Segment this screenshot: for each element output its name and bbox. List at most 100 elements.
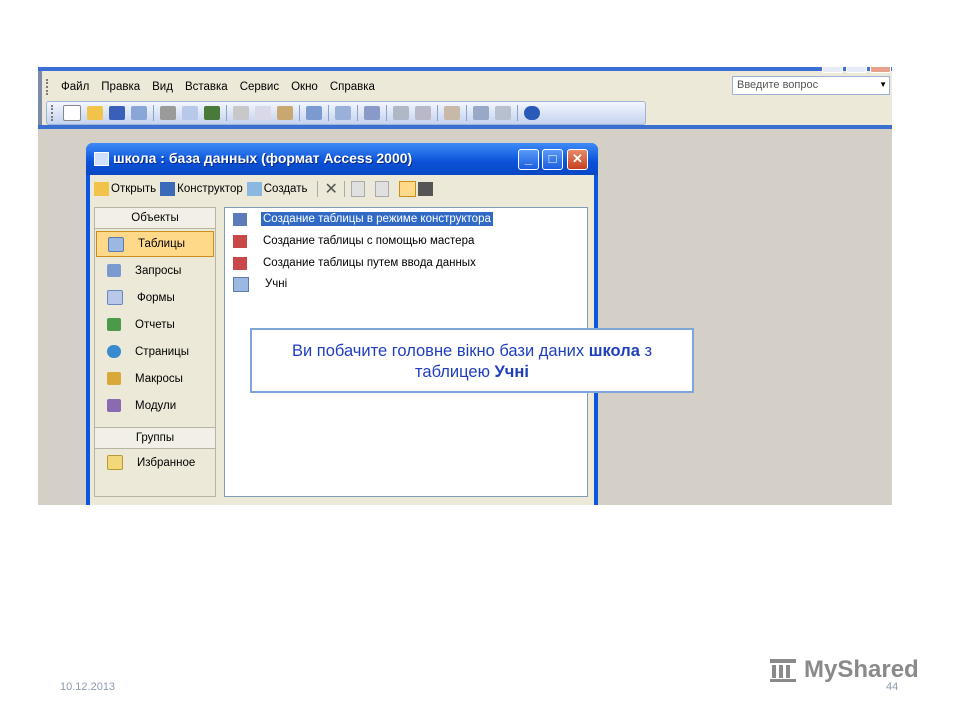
myshared-logo: MyShared [768, 656, 919, 684]
objects-header[interactable]: Объекты [95, 208, 215, 229]
spelling-icon[interactable] [204, 106, 220, 120]
office-links-icon[interactable] [335, 106, 351, 120]
sidebar-item-tables[interactable]: Таблицы [96, 231, 214, 257]
search-db-icon[interactable] [131, 106, 147, 120]
database-icon [94, 152, 109, 166]
sidebar-item-macros[interactable]: Макросы [95, 365, 215, 392]
delete-icon[interactable]: ✕ [324, 179, 337, 199]
wizard-icon [233, 234, 247, 248]
design-icon[interactable] [160, 182, 176, 196]
callout-bold-text: Учні [494, 363, 529, 381]
sidebar-item-reports[interactable]: Отчеты [95, 311, 215, 338]
script-icon[interactable] [415, 106, 431, 120]
logo-text: MyShared [804, 656, 919, 683]
menu-insert[interactable]: Вставка [179, 81, 234, 93]
menu-service[interactable]: Сервис [234, 81, 285, 93]
toolbar-separator [317, 181, 319, 197]
create-icon[interactable] [246, 182, 262, 196]
details-view-icon[interactable] [417, 182, 433, 196]
print-preview-icon[interactable] [182, 106, 198, 120]
toolbar-separator [357, 105, 358, 121]
callout-line-1: Ви побачите головне вікно бази даних шко… [252, 341, 692, 362]
toolbar-separator [466, 105, 467, 121]
code-icon[interactable] [393, 106, 409, 120]
list-item[interactable]: Создание таблицы в режиме конструктора [233, 210, 493, 228]
close-icon[interactable]: ✕ [567, 149, 588, 170]
sidebar-item-label: Модули [135, 399, 177, 412]
minimize-icon[interactable]: _ [518, 149, 539, 170]
toolbar-grip [51, 105, 56, 121]
list-item-label: Создание таблицы путем ввода данных [263, 257, 476, 269]
dropdown-arrow-icon[interactable]: ▼ [879, 80, 887, 89]
menu-edit[interactable]: Правка [95, 81, 146, 93]
toolbar-separator [153, 105, 154, 121]
toolbar-separator [343, 181, 345, 197]
list-item[interactable]: Создание таблицы путем ввода данных [233, 254, 478, 272]
module-icon [107, 399, 121, 412]
constructor-button[interactable]: Конструктор [177, 183, 243, 195]
sidebar-item-pages[interactable]: Страницы [95, 338, 215, 365]
menu-help[interactable]: Справка [324, 81, 381, 93]
list-view-icon[interactable] [398, 181, 416, 197]
objects-sidebar: Объекты Таблицы Запросы Формы Отчеты Стр… [94, 207, 216, 497]
standard-toolbar [46, 101, 646, 125]
sidebar-item-favorites[interactable]: Избранное [95, 449, 215, 476]
print-icon[interactable] [160, 106, 176, 120]
list-item[interactable]: Учні [233, 275, 289, 293]
help-icon[interactable] [524, 106, 540, 120]
sidebar-item-modules[interactable]: Модули [95, 392, 215, 419]
datasheet-icon [233, 256, 247, 270]
sidebar-item-label: Формы [137, 291, 175, 304]
app-titlebar-strip [38, 67, 892, 73]
toolbar-separator [299, 105, 300, 121]
sidebar-item-label: Запросы [135, 264, 182, 277]
open-folder-icon[interactable] [87, 106, 103, 120]
report-icon [107, 318, 121, 331]
toolbar-separator [517, 105, 518, 121]
list-item-label: Создание таблицы с помощью мастера [263, 235, 475, 247]
maximize-icon[interactable]: □ [542, 149, 563, 170]
undo-icon[interactable] [306, 106, 322, 120]
copy-icon[interactable] [255, 106, 271, 120]
large-icons-icon[interactable] [350, 181, 365, 197]
sidebar-item-label: Отчеты [135, 318, 175, 331]
design-table-icon [233, 212, 247, 226]
database-window: школа : база данных (формат Access 2000)… [86, 143, 598, 505]
sidebar-item-forms[interactable]: Формы [95, 284, 215, 311]
cut-icon[interactable] [233, 106, 249, 120]
small-icons-icon[interactable] [374, 181, 389, 197]
callout-text: Ви побачите головне вікно бази даних [291, 342, 589, 360]
database-window-title: школа : база данных (формат Access 2000) [113, 150, 413, 166]
groups-header[interactable]: Группы [95, 427, 215, 449]
screenshot-frame: Файл Правка Вид Вставка Сервис Окно Спра… [38, 67, 892, 505]
toolbar-separator [226, 105, 227, 121]
callout-text: таблицею [415, 363, 495, 381]
toolbar-separator [437, 105, 438, 121]
open-button[interactable]: Открыть [111, 183, 156, 195]
analyze-icon[interactable] [364, 106, 380, 120]
new-icon[interactable] [63, 105, 81, 121]
callout-text: з [639, 342, 653, 360]
database-window-titlebar[interactable]: школа : база данных (формат Access 2000)… [86, 143, 598, 175]
favorites-icon [107, 455, 123, 470]
ask-question-input[interactable]: Введите вопрос ▼ [732, 76, 890, 95]
menu-window[interactable]: Окно [285, 81, 324, 93]
properties-icon[interactable] [444, 106, 460, 120]
ask-question-placeholder: Введите вопрос [737, 79, 819, 91]
open-icon[interactable] [94, 182, 109, 196]
menu-view[interactable]: Вид [146, 81, 179, 93]
new-object-icon[interactable] [495, 106, 511, 120]
list-item[interactable]: Создание таблицы с помощью мастера [233, 232, 476, 250]
logo-icon [770, 659, 796, 682]
relationships-icon[interactable] [473, 106, 489, 120]
create-button[interactable]: Создать [264, 183, 308, 195]
macro-icon [107, 372, 121, 385]
menu-file[interactable]: Файл [55, 81, 95, 93]
sidebar-item-label: Избранное [137, 456, 196, 469]
save-icon[interactable] [109, 106, 125, 120]
list-item-label: Учні [265, 278, 288, 290]
slide-date: 10.12.2013 [60, 681, 116, 693]
sidebar-item-queries[interactable]: Запросы [95, 257, 215, 284]
form-icon [107, 290, 123, 305]
paste-icon[interactable] [277, 106, 293, 120]
